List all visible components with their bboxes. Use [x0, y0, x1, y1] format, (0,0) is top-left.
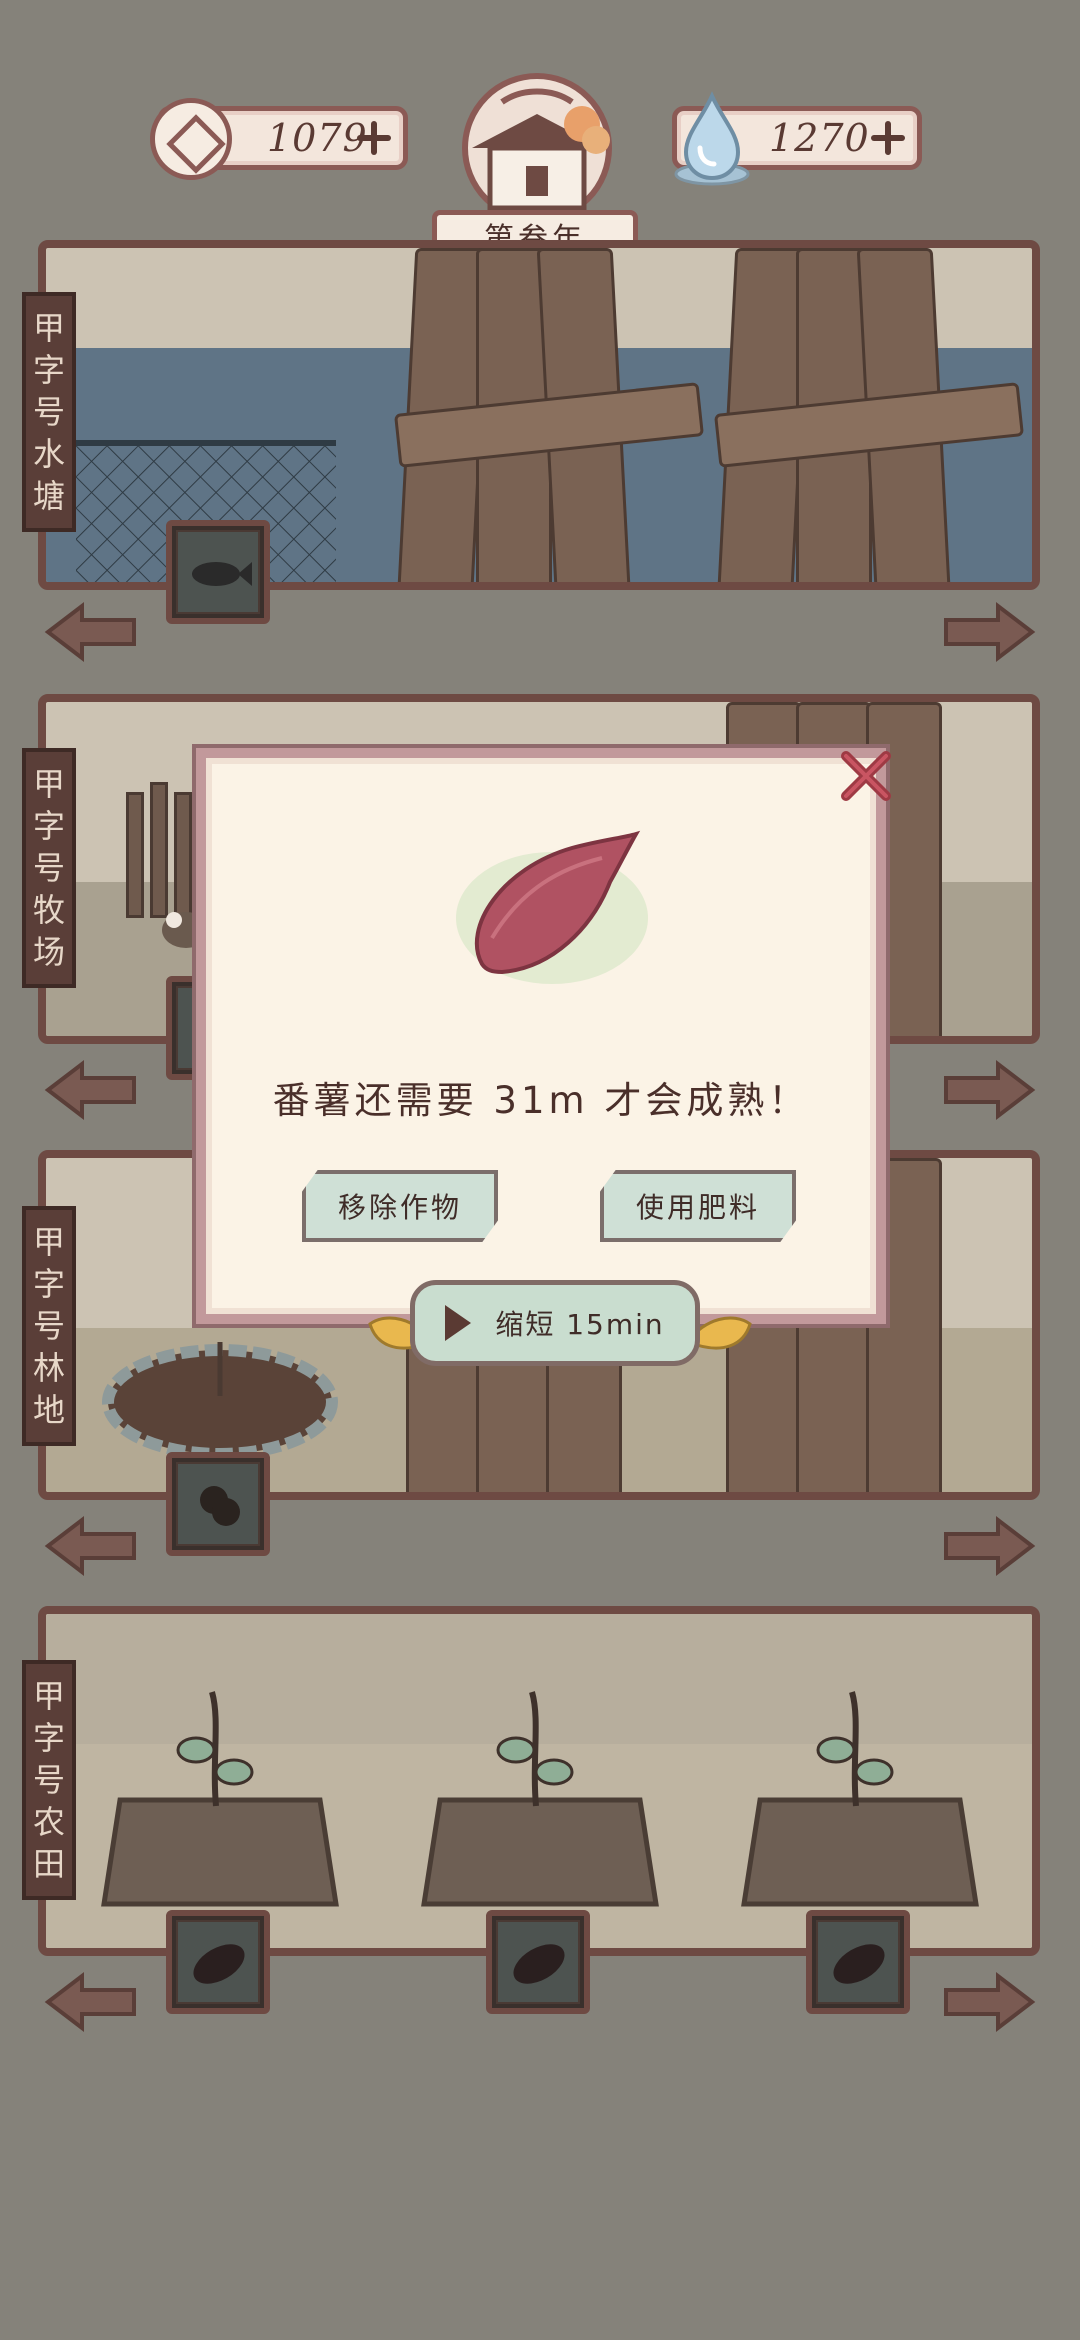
fish-icon	[192, 562, 252, 586]
use-fertilizer-button[interactable]: 使用肥料	[600, 1170, 796, 1242]
arrow-left-icon[interactable]	[44, 1514, 138, 1578]
ripening-message: 番薯还需要 31m 才会成熟！	[272, 1079, 810, 1122]
farm-bed-sprout[interactable]	[740, 1680, 980, 1910]
sweet-potato-icon	[193, 1944, 245, 1984]
add-water-icon[interactable]	[869, 119, 907, 157]
farm-item-slot[interactable]	[486, 1910, 590, 2014]
speed-up-button[interactable]: 缩短 15min	[410, 1280, 700, 1366]
sweet-potato-illustration	[456, 830, 648, 984]
close-icon[interactable]	[838, 748, 894, 804]
farm-item-slot[interactable]	[166, 1910, 270, 2014]
add-coins-icon[interactable]	[355, 119, 393, 157]
remove-crop-button[interactable]: 移除作物	[302, 1170, 498, 1242]
stone-garden-bed	[102, 1342, 338, 1460]
arrow-left-icon[interactable]	[44, 600, 138, 664]
coin-value: 1079	[267, 116, 368, 160]
arrow-right-icon[interactable]	[942, 1514, 1036, 1578]
plot-label-pasture: 甲字号牧场	[22, 748, 76, 988]
sweet-potato-icon	[513, 1944, 565, 1984]
plot-label-woodland: 甲字号林地	[22, 1206, 76, 1446]
water-drop-icon	[674, 91, 750, 186]
pond-item-slot[interactable]	[166, 520, 270, 624]
arrow-right-icon[interactable]	[942, 600, 1036, 664]
crop-status-dialog: 番薯还需要 31m 才会成熟！ 移除作物 使用肥料	[196, 748, 886, 1324]
woodland-item-slot[interactable]	[166, 1452, 270, 1556]
sweet-potato-icon	[833, 1944, 885, 1984]
play-icon	[445, 1305, 472, 1341]
arrow-right-icon[interactable]	[942, 1058, 1036, 1122]
farm-bed-sprout[interactable]	[100, 1680, 340, 1910]
farm-item-slot[interactable]	[806, 1910, 910, 2014]
arrow-left-icon[interactable]	[44, 1058, 138, 1122]
fence-post	[150, 782, 168, 918]
coin-icon	[150, 98, 232, 180]
arrow-left-icon[interactable]	[44, 1970, 138, 2034]
arrow-right-icon[interactable]	[942, 1970, 1036, 2034]
farm-bed-sprout[interactable]	[420, 1680, 660, 1910]
plot-label-pond: 甲字号水塘	[22, 292, 76, 532]
water-value: 1270	[769, 116, 870, 160]
chestnut-icon	[200, 1486, 240, 1526]
plot-label-farmland: 甲字号农田	[22, 1660, 76, 1900]
fence-post	[126, 792, 144, 918]
speed-up-label: 缩短 15min	[495, 1308, 665, 1341]
